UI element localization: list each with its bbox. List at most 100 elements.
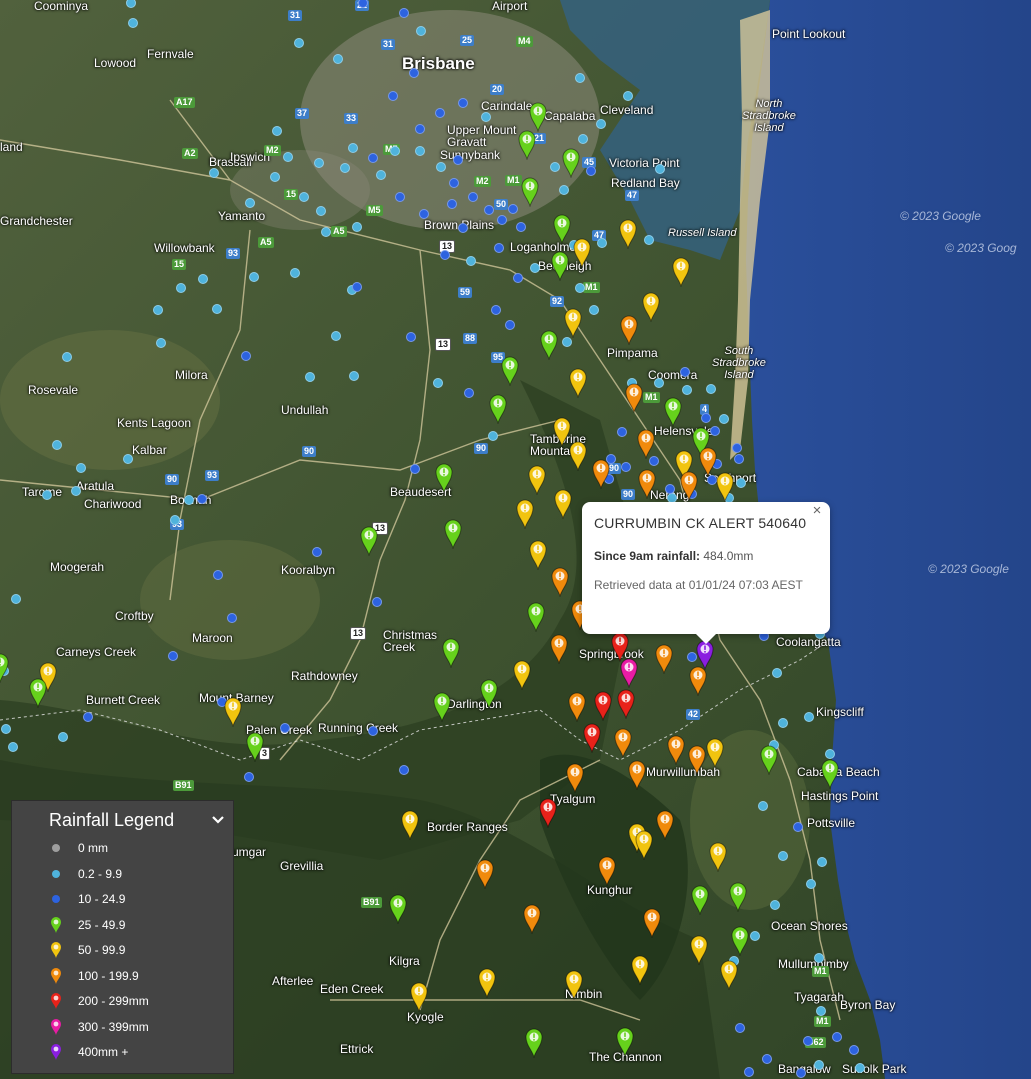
station-dot-light[interactable]	[436, 162, 446, 172]
station-dot-dark[interactable]	[197, 494, 207, 504]
station-dot-light[interactable]	[654, 378, 664, 388]
station-dot-dark[interactable]	[744, 1067, 754, 1077]
station-dot-light[interactable]	[209, 168, 219, 178]
station-dot-light[interactable]	[176, 283, 186, 293]
station-dot-light[interactable]	[376, 170, 386, 180]
orange-rainfall-marker[interactable]	[637, 429, 655, 459]
station-dot-light[interactable]	[42, 490, 52, 500]
station-dot-dark[interactable]	[732, 443, 742, 453]
station-dot-light[interactable]	[596, 119, 606, 129]
yellow-rainfall-marker[interactable]	[516, 499, 534, 529]
station-dot-dark[interactable]	[440, 250, 450, 260]
station-dot-light[interactable]	[1, 724, 11, 734]
station-dot-light[interactable]	[770, 900, 780, 910]
station-dot-light[interactable]	[76, 463, 86, 473]
orange-rainfall-marker[interactable]	[699, 447, 717, 477]
station-dot-light[interactable]	[550, 162, 560, 172]
station-dot-dark[interactable]	[516, 222, 526, 232]
station-dot-dark[interactable]	[680, 367, 690, 377]
green-rainfall-marker[interactable]	[616, 1027, 634, 1057]
orange-rainfall-marker[interactable]	[551, 567, 569, 597]
station-dot-light[interactable]	[245, 198, 255, 208]
red-rainfall-marker[interactable]	[594, 691, 612, 721]
green-rainfall-marker[interactable]	[501, 356, 519, 386]
green-rainfall-marker[interactable]	[433, 692, 451, 722]
yellow-rainfall-marker[interactable]	[619, 219, 637, 249]
yellow-rainfall-marker[interactable]	[569, 441, 587, 471]
station-dot-dark[interactable]	[372, 597, 382, 607]
yellow-rainfall-marker[interactable]	[573, 238, 591, 268]
station-dot-light[interactable]	[71, 486, 81, 496]
station-dot-light[interactable]	[123, 454, 133, 464]
yellow-rainfall-marker[interactable]	[569, 368, 587, 398]
station-dot-dark[interactable]	[449, 178, 459, 188]
green-rainfall-marker[interactable]	[529, 102, 547, 132]
yellow-rainfall-marker[interactable]	[224, 697, 242, 727]
yellow-rainfall-marker[interactable]	[690, 935, 708, 965]
station-dot-light[interactable]	[562, 337, 572, 347]
green-rainfall-marker[interactable]	[489, 394, 507, 424]
green-rainfall-marker[interactable]	[444, 519, 462, 549]
station-dot-light[interactable]	[575, 73, 585, 83]
red-rainfall-marker[interactable]	[617, 689, 635, 719]
station-dot-light[interactable]	[184, 495, 194, 505]
station-dot-dark[interactable]	[497, 215, 507, 225]
station-dot-light[interactable]	[466, 256, 476, 266]
station-dot-dark[interactable]	[491, 305, 501, 315]
yellow-rainfall-marker[interactable]	[672, 257, 690, 287]
green-rainfall-marker[interactable]	[540, 330, 558, 360]
orange-rainfall-marker[interactable]	[688, 745, 706, 775]
green-rainfall-marker[interactable]	[521, 177, 539, 207]
station-dot-light[interactable]	[806, 879, 816, 889]
station-dot-dark[interactable]	[735, 1023, 745, 1033]
yellow-rainfall-marker[interactable]	[401, 810, 419, 840]
station-dot-light[interactable]	[778, 718, 788, 728]
station-dot-light[interactable]	[272, 126, 282, 136]
station-dot-light[interactable]	[62, 352, 72, 362]
station-dot-light[interactable]	[736, 478, 746, 488]
station-dot-dark[interactable]	[665, 484, 675, 494]
yellow-rainfall-marker[interactable]	[642, 292, 660, 322]
station-dot-light[interactable]	[578, 134, 588, 144]
station-dot-dark[interactable]	[796, 1068, 806, 1078]
station-dot-dark[interactable]	[505, 320, 515, 330]
green-rainfall-marker[interactable]	[389, 894, 407, 924]
station-dot-light[interactable]	[778, 851, 788, 861]
station-dot-light[interactable]	[706, 384, 716, 394]
yellow-rainfall-marker[interactable]	[631, 955, 649, 985]
green-rainfall-marker[interactable]	[442, 638, 460, 668]
station-dot-light[interactable]	[331, 331, 341, 341]
station-dot-light[interactable]	[623, 91, 633, 101]
station-dot-dark[interactable]	[617, 427, 627, 437]
green-rainfall-marker[interactable]	[360, 526, 378, 556]
green-rainfall-marker[interactable]	[0, 653, 9, 683]
station-dot-dark[interactable]	[168, 651, 178, 661]
orange-rainfall-marker[interactable]	[568, 692, 586, 722]
station-dot-light[interactable]	[758, 801, 768, 811]
station-dot-dark[interactable]	[406, 332, 416, 342]
station-dot-light[interactable]	[814, 1060, 824, 1070]
orange-rainfall-marker[interactable]	[689, 666, 707, 696]
station-dot-light[interactable]	[270, 172, 280, 182]
station-dot-dark[interactable]	[458, 98, 468, 108]
red-rainfall-marker[interactable]	[539, 798, 557, 828]
orange-rainfall-marker[interactable]	[655, 644, 673, 674]
station-dot-light[interactable]	[299, 192, 309, 202]
yellow-rainfall-marker[interactable]	[635, 830, 653, 860]
station-dot-light[interactable]	[433, 378, 443, 388]
station-dot-light[interactable]	[321, 227, 331, 237]
station-dot-light[interactable]	[249, 272, 259, 282]
station-dot-light[interactable]	[153, 305, 163, 315]
magenta-rainfall-marker[interactable]	[620, 658, 638, 688]
station-dot-dark[interactable]	[368, 153, 378, 163]
green-rainfall-marker[interactable]	[527, 602, 545, 632]
orange-rainfall-marker[interactable]	[523, 904, 541, 934]
station-dot-dark[interactable]	[213, 570, 223, 580]
station-dot-dark[interactable]	[701, 413, 711, 423]
green-rainfall-marker[interactable]	[664, 397, 682, 427]
orange-rainfall-marker[interactable]	[614, 728, 632, 758]
orange-rainfall-marker[interactable]	[566, 763, 584, 793]
station-dot-dark[interactable]	[803, 1036, 813, 1046]
green-rainfall-marker[interactable]	[551, 251, 569, 281]
station-dot-light[interactable]	[750, 931, 760, 941]
